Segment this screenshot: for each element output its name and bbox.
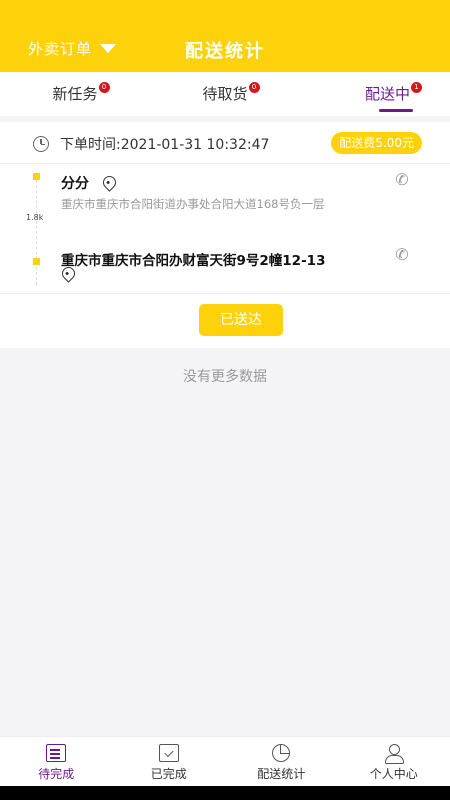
call-customer-phone-icon[interactable]: ✆ [393,246,411,264]
nav-item-label: 已完成 [150,767,187,781]
tab-new-tasks-badge: 0 [98,82,110,93]
nav-item-label: 待完成 [38,767,75,781]
system-nav-bar [0,786,450,800]
bottom-nav: 待完成 已完成 配送统计 个人中心 [0,736,450,786]
tab-pending-pickup[interactable]: 待取货 0 [150,72,300,116]
customer-address: 重庆市重庆市合阳办财富天街9号2幢12-13 [61,253,326,269]
pickup-marker-icon [33,173,40,180]
nav-item-label: 配送统计 [257,767,306,781]
shop-name: 分分 [61,176,89,192]
list-end-text: 没有更多数据 [183,369,267,385]
order-time: 下单时间:2021-01-31 10:32:47 [60,137,270,153]
clock-icon [33,136,49,152]
delivered-button[interactable]: 已送达 [199,304,283,336]
shop-address: 重庆市重庆市合阳街道办事处合阳大道168号负一层 [61,197,325,211]
nav-item-completed[interactable]: 已完成 [113,737,226,786]
dropoff-marker-icon [33,258,40,265]
user-icon [384,744,404,764]
active-tab-indicator [379,109,413,112]
call-shop-phone-icon[interactable]: ✆ [393,171,411,189]
order-status-tabs: 新任务 0 待取货 0 配送中 1 [0,72,450,116]
divider [0,163,450,164]
page-title: 配送统计 [185,41,265,62]
tab-delivering-label: 配送中 [364,85,410,103]
route-line [36,175,37,285]
tab-delivering-badge: 1 [411,82,422,93]
tab-delivering[interactable]: 配送中 1 [300,72,450,116]
delivery-fee-badge: 配送费5.00元 [331,132,422,154]
tab-pending-pickup-label: 待取货 [202,85,248,103]
tab-pending-pickup-badge: 0 [248,82,260,93]
pie-chart-icon [272,744,291,762]
distance-label: 1.8k [26,213,44,222]
nav-item-label: 个人中心 [369,767,418,781]
tab-new-tasks-label: 新任务 [52,85,98,103]
tab-new-tasks[interactable]: 新任务 0 [0,72,150,116]
order-card-header: 下单时间:2021-01-31 10:32:47 配送费5.00元 [0,130,450,160]
nav-item-statistics[interactable]: 配送统计 [225,737,338,786]
document-icon [46,744,67,762]
nav-item-pending[interactable]: 待完成 [0,737,113,786]
nav-item-profile[interactable]: 个人中心 [338,737,450,786]
app-header: 外卖订单 配送统计 [0,0,450,72]
completed-icon [158,744,179,762]
